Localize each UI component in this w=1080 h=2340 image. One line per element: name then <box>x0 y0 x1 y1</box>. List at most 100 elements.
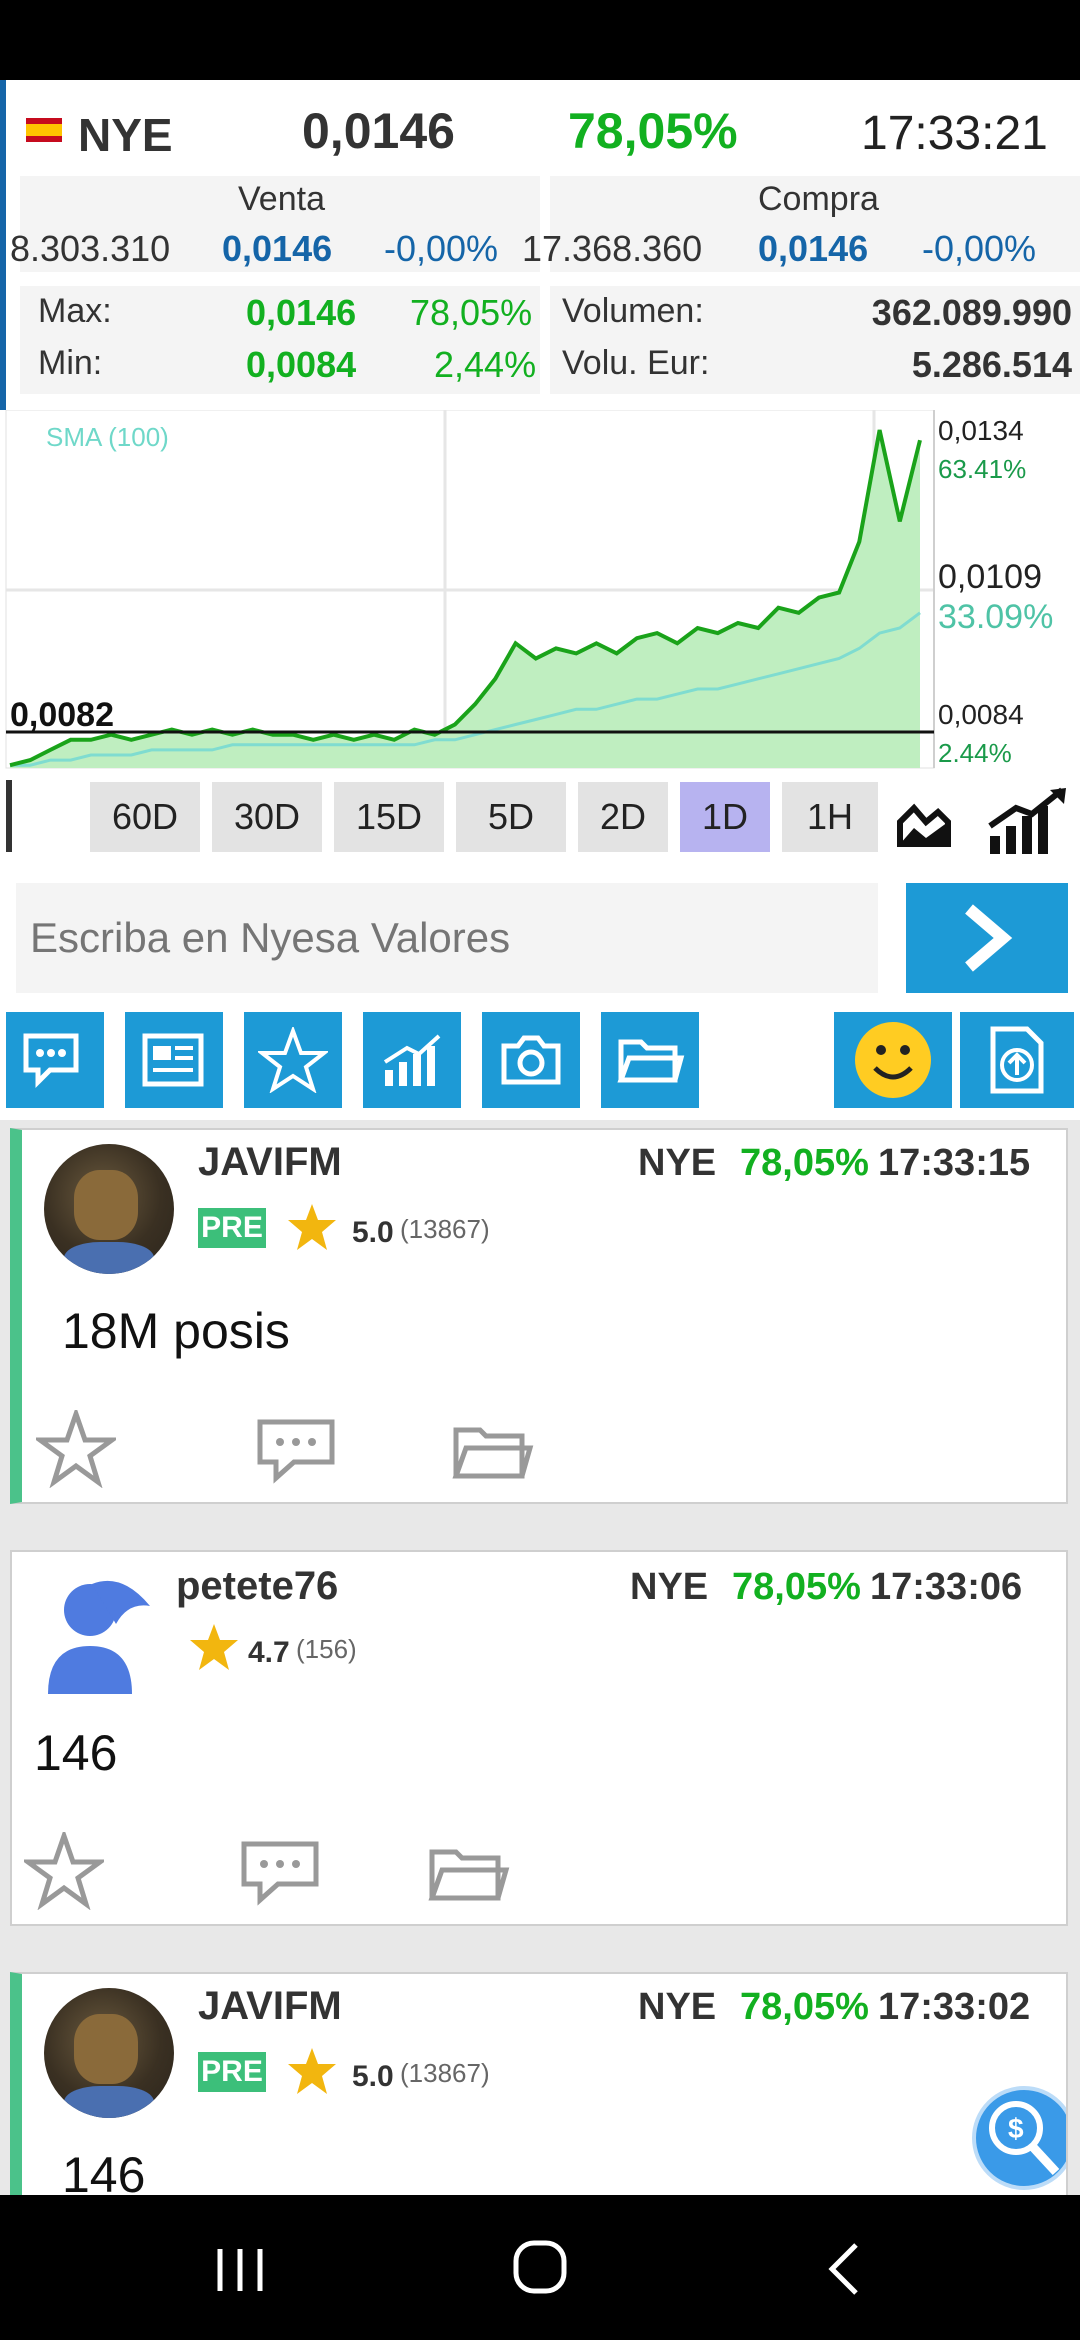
compra-price: 0,0146 <box>758 228 869 269</box>
y-tick-pct: 2.44% <box>938 738 1012 768</box>
post-ticker[interactable]: NYE <box>638 1142 716 1185</box>
post-ticker[interactable]: NYE <box>630 1566 708 1609</box>
volumen-value: 362.089.990 <box>871 292 1072 333</box>
recent-apps-icon[interactable] <box>212 2245 268 2295</box>
y-tick-value: 0,0109 <box>938 558 1042 596</box>
back-icon[interactable] <box>820 2241 870 2297</box>
y-tick-value: 0,0134 <box>938 415 1024 446</box>
status-bar <box>0 0 1080 80</box>
post-rating-count: (13867) <box>400 2058 490 2088</box>
quote-change-pct: 78,05% <box>568 103 738 159</box>
quote-header: NYE 0,0146 78,05% 17:33:21 Venta Compra … <box>0 80 1080 410</box>
post-text: 18M posis <box>62 1303 290 1359</box>
venta-volume: 8.303.310 <box>10 228 171 269</box>
quote-price: 0,0146 <box>302 103 455 159</box>
post-rating: 5.0 <box>352 1216 394 1249</box>
folder-open-icon[interactable] <box>450 1420 534 1484</box>
star-icon[interactable] <box>244 1012 342 1108</box>
favorite-star-icon[interactable] <box>24 1832 104 1910</box>
post-time: 17:33:02 <box>878 1986 1031 2028</box>
post-ticker[interactable]: NYE <box>638 1986 716 2029</box>
range-selector: 60D 30D 15D 5D 2D 1D 1H <box>0 770 1080 865</box>
range-divider <box>6 780 12 852</box>
message-input[interactable] <box>16 883 878 993</box>
favorite-star-icon[interactable] <box>36 1410 116 1488</box>
price-chart[interactable]: 0,0082 SMA (100) 0,0134 63.41% 0,0109 33.09… <box>0 409 1080 770</box>
volumen-label: Volumen: <box>562 292 704 330</box>
avatar[interactable] <box>44 1144 174 1274</box>
post-username[interactable]: JAVIFM <box>198 1984 342 2029</box>
post-time: 17:33:15 <box>878 1142 1031 1184</box>
post-change-pct: 78,05% <box>732 1566 861 1608</box>
volu-eur-value: 5.286.514 <box>911 344 1072 385</box>
rating-star-icon <box>288 2048 336 2094</box>
range-button-30d[interactable]: 30D <box>212 782 322 852</box>
legend-sma: SMA (100) <box>46 422 169 452</box>
range-button-1h[interactable]: 1H <box>782 782 878 852</box>
quote-ticker: NYE <box>78 109 173 161</box>
post-time: 17:33:06 <box>870 1566 1023 1608</box>
post-change-pct: 78,05% <box>740 1142 869 1184</box>
pre-badge: PRE <box>198 2052 266 2092</box>
floating-search-button[interactable]: $ <box>972 2086 1066 2190</box>
post-username[interactable]: petete76 <box>176 1564 338 1609</box>
smiley-icon[interactable] <box>834 1012 952 1108</box>
venta-price: 0,0146 <box>222 228 333 269</box>
rating-star-icon <box>190 1624 238 1670</box>
compra-volume: 17.368.360 <box>522 228 703 269</box>
range-button-15d[interactable]: 15D <box>334 782 444 852</box>
rating-star-icon <box>288 1204 336 1250</box>
spain-flag-icon <box>26 118 62 142</box>
post-card[interactable]: JAVIFM NYE 78,05% 17:33:02 PRE 5.0 (1386… <box>10 1972 1068 2212</box>
avatar[interactable] <box>44 1988 174 2118</box>
price-chart-svg[interactable]: 0,0082 SMA (100) 0,0134 63.41% 0,010933.09… <box>0 409 1080 770</box>
post-rating: 4.7 <box>248 1636 290 1669</box>
post-card[interactable]: petete76 NYE 78,05% 17:33:06 4.7 (156) 1… <box>10 1550 1068 1926</box>
post-rating-count: (13867) <box>400 1214 490 1244</box>
venta-label: Venta <box>238 180 325 218</box>
system-nav-bar <box>0 2195 1080 2340</box>
news-icon[interactable] <box>125 1012 223 1108</box>
y-tick-pct: 63.41% <box>938 454 1026 484</box>
post-username[interactable]: JAVIFM <box>198 1140 342 1185</box>
volu-eur-label: Volu. Eur: <box>562 344 710 382</box>
default-avatar-icon[interactable] <box>32 1566 162 1696</box>
compra-label: Compra <box>758 180 879 218</box>
chevron-right-icon <box>965 904 1013 972</box>
min-value: 0,0084 <box>246 344 357 385</box>
post-change-pct: 78,05% <box>740 1986 869 2028</box>
venta-change: -0,00% <box>384 228 499 269</box>
range-button-2d[interactable]: 2D <box>578 782 668 852</box>
max-value: 0,0146 <box>246 292 357 333</box>
reply-chat-icon[interactable] <box>254 1416 338 1486</box>
min-pct: 2,44% <box>434 344 537 385</box>
folder-icon[interactable] <box>601 1012 699 1108</box>
compra-change: -0,00% <box>922 228 1037 269</box>
area-chart-icon[interactable] <box>896 792 952 848</box>
compose-bar <box>0 865 1080 1000</box>
y-tick-pct: 33.09% <box>938 598 1053 636</box>
range-button-5d[interactable]: 5D <box>456 782 566 852</box>
folder-open-icon[interactable] <box>426 1842 510 1906</box>
action-toolbar <box>0 1000 1080 1120</box>
quote-time: 17:33:21 <box>861 107 1048 160</box>
reply-chat-icon[interactable] <box>238 1838 322 1908</box>
camera-icon[interactable] <box>482 1012 580 1108</box>
pre-badge: PRE <box>198 1208 266 1248</box>
home-icon[interactable] <box>512 2239 568 2295</box>
post-card[interactable]: JAVIFM NYE 78,05% 17:33:15 PRE 5.0 (1386… <box>10 1128 1068 1504</box>
range-button-60d[interactable]: 60D <box>90 782 200 852</box>
send-button[interactable] <box>906 883 1068 993</box>
post-rating: 5.0 <box>352 2060 394 2093</box>
max-pct: 78,05% <box>410 292 533 333</box>
chat-icon[interactable] <box>6 1012 104 1108</box>
base-price-label: 0,0082 <box>10 696 114 734</box>
max-label: Max: <box>38 292 112 330</box>
upload-file-icon[interactable] <box>960 1012 1074 1108</box>
range-button-1d[interactable]: 1D <box>680 782 770 852</box>
svg-text:$: $ <box>1008 2113 1024 2144</box>
bar-line-chart-icon[interactable] <box>986 786 1070 856</box>
chart-icon[interactable] <box>363 1012 461 1108</box>
dollar-search-icon: $ <box>989 2101 1060 2176</box>
min-label: Min: <box>38 344 103 382</box>
